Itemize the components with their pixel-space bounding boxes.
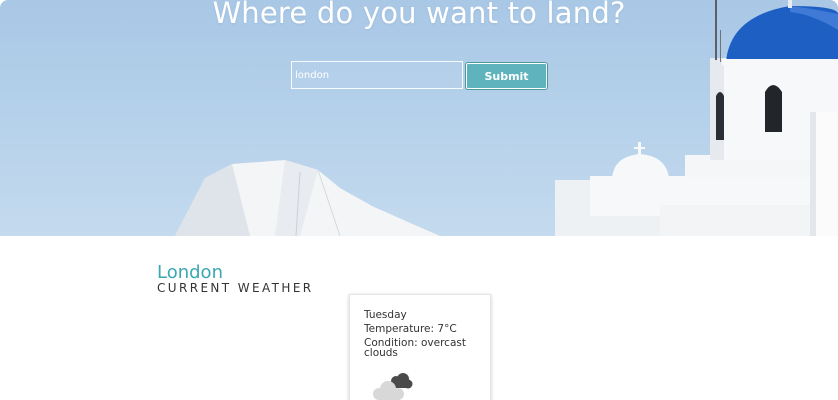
weather-day: Tuesday (364, 309, 407, 321)
weather-temperature: Temperature: 7°C (364, 323, 457, 335)
hero-title: Where do you want to land? (212, 0, 626, 30)
weather-condition: Condition: overcast clouds (364, 337, 466, 359)
current-weather-heading: CURRENT WEATHER (157, 281, 314, 295)
city-name: London (157, 262, 223, 283)
weather-card: Tuesday Temperature: 7°C Condition: over… (349, 294, 491, 400)
destination-search-input[interactable] (291, 61, 463, 89)
weather-app-page: Where do you want to land? Submit London… (0, 0, 838, 400)
santorini-background-image (175, 0, 838, 236)
overcast-clouds-icon (373, 373, 413, 400)
submit-button[interactable]: Submit (466, 63, 547, 89)
hero-banner: Where do you want to land? Submit (0, 0, 838, 236)
